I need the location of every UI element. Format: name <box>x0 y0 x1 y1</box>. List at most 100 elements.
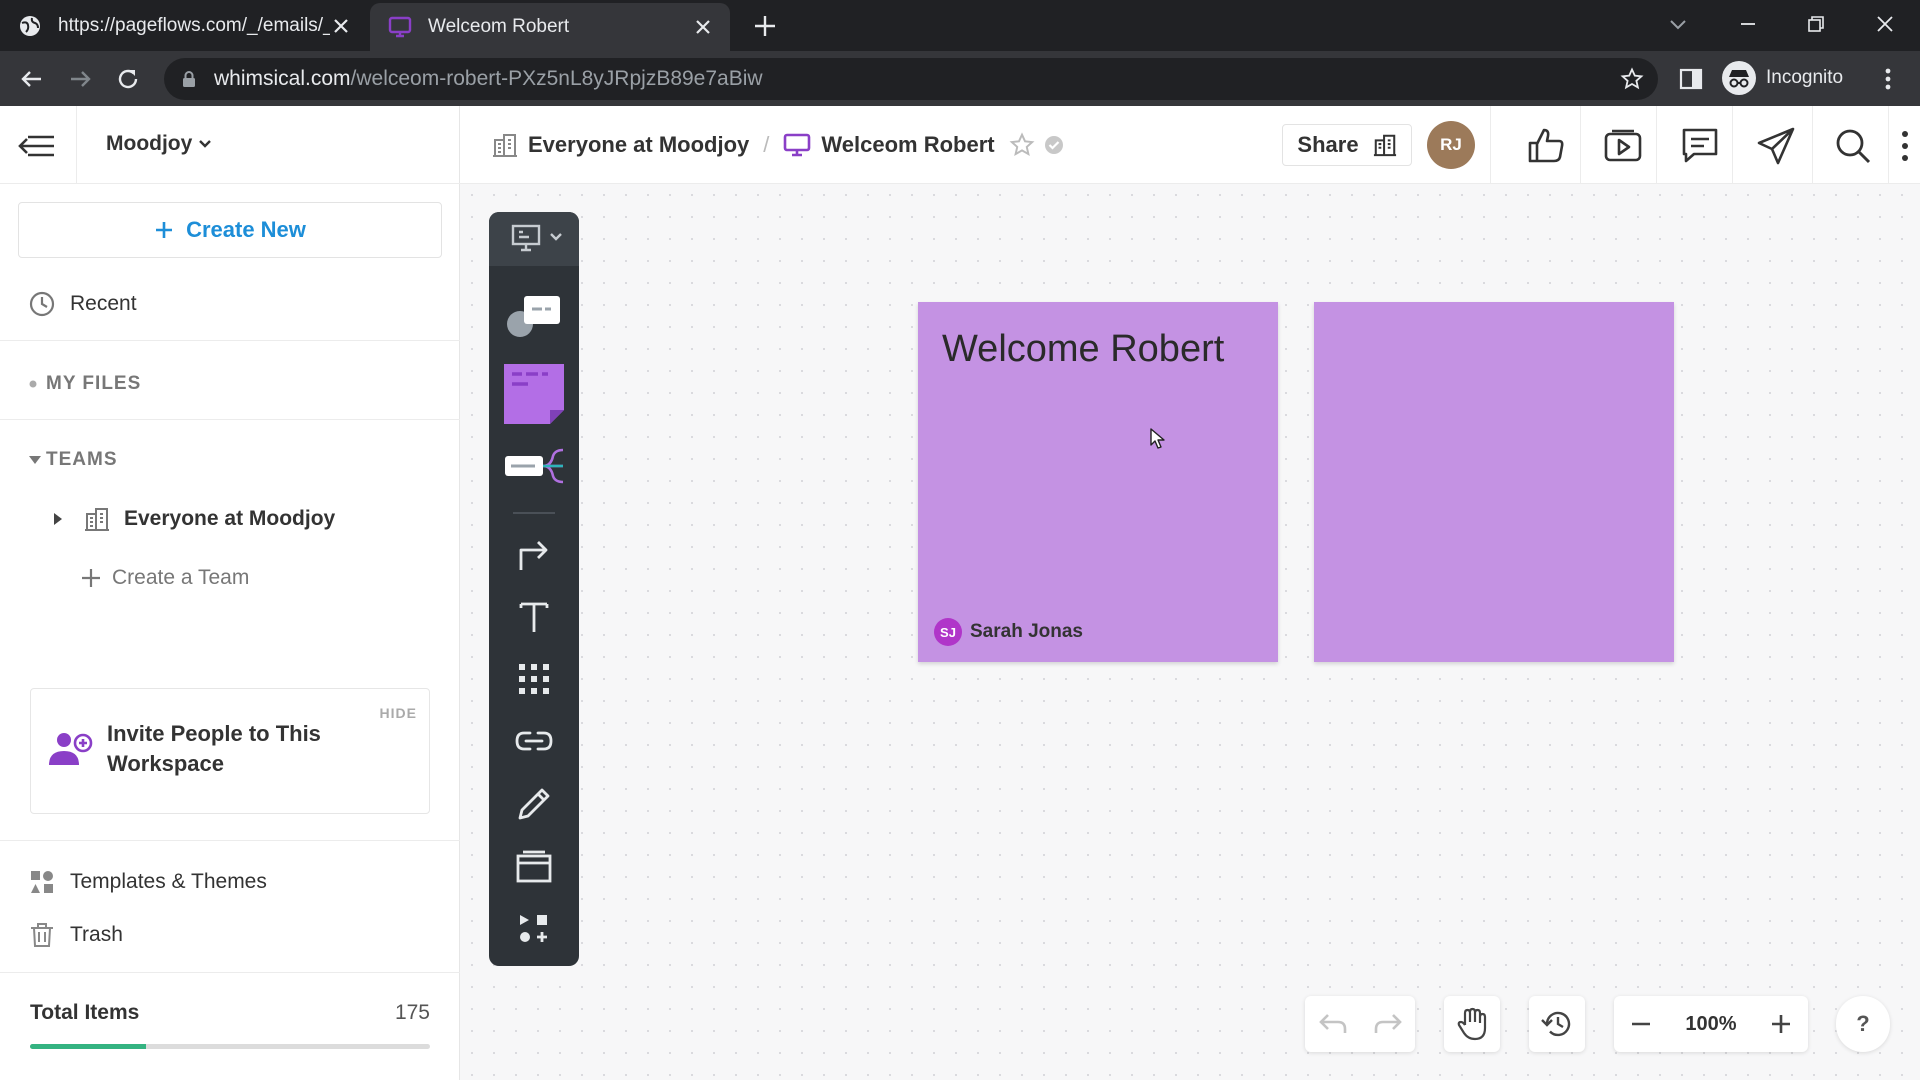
sticky-note[interactable]: Welcome Robert SJ Sarah Jonas <box>918 302 1278 662</box>
workspace-switcher[interactable]: Moodjoy <box>106 132 212 156</box>
mind-map-icon <box>505 448 564 484</box>
share-button[interactable]: Share <box>1282 124 1412 166</box>
caret-down-icon <box>29 456 41 464</box>
browser-address-bar: whimsical.com/welceom-robert-PXz5nL8yJRp… <box>0 51 1920 106</box>
sticky-note-icon <box>504 364 564 424</box>
divider <box>1812 106 1813 184</box>
avatar[interactable]: RJ <box>1427 121 1475 169</box>
tool-frame[interactable] <box>489 850 579 884</box>
forward-arrow-icon[interactable] <box>66 65 94 93</box>
help-button[interactable]: ? <box>1836 996 1890 1052</box>
tool-connector[interactable] <box>489 538 579 572</box>
author-name: Sarah Jonas <box>970 621 1083 642</box>
sidebar-item-templates[interactable]: Templates & Themes <box>28 868 267 896</box>
grid-dots-icon <box>519 664 549 694</box>
frame-icon <box>516 850 552 883</box>
sidebar-item-recent[interactable]: Recent <box>28 290 137 318</box>
tool-more-components[interactable] <box>489 912 579 946</box>
breadcrumb-board[interactable]: Welceom Robert <box>821 132 994 158</box>
tool-grid[interactable] <box>489 662 579 696</box>
sticky-note-text[interactable]: Welcome Robert <box>942 328 1224 371</box>
tool-text[interactable] <box>489 600 579 634</box>
breadcrumb-team[interactable]: Everyone at Moodjoy <box>528 132 749 158</box>
create-team-button[interactable]: Create a Team <box>80 566 249 590</box>
divider <box>1888 106 1889 184</box>
version-history-button[interactable] <box>1529 996 1585 1052</box>
breadcrumb: Everyone at Moodjoy / Welceom Robert <box>492 132 1075 158</box>
zoom-level[interactable]: 100% <box>1685 1013 1736 1036</box>
present-play-icon[interactable] <box>1603 126 1643 166</box>
comment-icon[interactable] <box>1680 126 1720 166</box>
star-icon[interactable] <box>1009 132 1035 158</box>
lock-icon <box>183 71 195 87</box>
redo-icon[interactable] <box>1373 1012 1403 1036</box>
undo-icon[interactable] <box>1318 1012 1348 1036</box>
connector-arrow-icon <box>519 541 548 570</box>
send-paper-plane-icon[interactable] <box>1756 126 1796 166</box>
caret-right-icon <box>54 513 62 525</box>
history-icon <box>1541 1011 1571 1037</box>
clock-icon <box>29 291 55 317</box>
building-icon <box>493 134 517 157</box>
zoom-out-icon[interactable] <box>1630 1013 1652 1035</box>
url-bar[interactable]: whimsical.com/welceom-robert-PXz5nL8yJRp… <box>164 58 1658 100</box>
incognito-icon <box>1722 61 1756 95</box>
more-options-icon[interactable] <box>1890 126 1920 166</box>
breadcrumb-separator: / <box>763 132 770 157</box>
browser-tab-active[interactable]: Welceom Robert <box>370 3 730 51</box>
section-my-files[interactable]: MY FILES <box>28 373 141 395</box>
bullet-icon <box>29 380 37 388</box>
board-type-icon <box>511 224 562 252</box>
bookmark-star-icon[interactable] <box>1620 67 1644 91</box>
board-type-switcher[interactable] <box>489 212 579 266</box>
incognito-profile[interactable]: Incognito <box>1722 59 1843 97</box>
collapse-sidebar-icon[interactable] <box>18 131 56 161</box>
close-icon[interactable] <box>330 15 352 37</box>
hand-tool-button[interactable] <box>1444 996 1500 1052</box>
globe-icon <box>20 15 40 36</box>
tab-title: https://pageflows.com/_/emails/_ <box>58 14 330 36</box>
sidebar-item-team[interactable]: Everyone at Moodjoy <box>52 506 335 532</box>
tool-mind-map[interactable] <box>489 448 579 484</box>
sticky-note[interactable] <box>1314 302 1674 662</box>
tool-pencil[interactable] <box>489 786 579 822</box>
side-panel-icon[interactable] <box>1678 66 1704 92</box>
minimize-icon[interactable] <box>1736 12 1760 36</box>
section-teams[interactable]: TEAMS <box>28 449 118 471</box>
verified-badge-icon[interactable] <box>1043 134 1065 156</box>
reload-icon[interactable] <box>114 65 142 93</box>
create-new-button[interactable]: Create New <box>18 202 442 258</box>
window-close-icon[interactable] <box>1873 12 1897 36</box>
browser-menu-icon[interactable] <box>1876 65 1900 93</box>
profile-label: Incognito <box>1766 67 1844 88</box>
new-tab-icon[interactable] <box>752 13 778 39</box>
browser-tab-pageflows[interactable]: https://pageflows.com/_/emails/_ <box>18 0 368 51</box>
invite-people-card[interactable]: HIDE Invite People to This Workspace <box>30 688 430 814</box>
back-arrow-icon[interactable] <box>18 65 46 93</box>
zoom-in-icon[interactable] <box>1770 1013 1792 1035</box>
divider <box>0 340 460 341</box>
storage-progress-bar <box>30 1044 430 1049</box>
zoom-controls: 100% <box>1614 996 1808 1052</box>
building-icon <box>85 508 109 531</box>
avatar: SJ <box>934 618 962 646</box>
board-topbar: Everyone at Moodjoy / Welceom Robert Sha… <box>460 106 1920 184</box>
restore-icon[interactable] <box>1804 12 1828 36</box>
search-icon[interactable] <box>1833 126 1873 166</box>
presentation-board-icon <box>388 16 412 38</box>
divider <box>513 512 555 514</box>
chevron-down-icon[interactable] <box>1666 12 1690 36</box>
divider <box>1580 106 1581 184</box>
tool-sticky-note[interactable] <box>489 364 579 424</box>
mouse-cursor-icon <box>1150 428 1165 449</box>
divider <box>0 840 460 841</box>
tool-divider <box>489 512 579 514</box>
sidebar-header: Moodjoy <box>0 106 460 184</box>
tool-shapes[interactable] <box>489 290 579 340</box>
tab-title: Welceom Robert <box>428 16 570 37</box>
sticky-note-author: SJ Sarah Jonas <box>934 618 1083 646</box>
close-icon[interactable] <box>692 16 714 38</box>
sidebar-item-trash[interactable]: Trash <box>28 921 123 949</box>
thumbs-up-icon[interactable] <box>1526 126 1566 166</box>
tool-link[interactable] <box>489 726 579 756</box>
